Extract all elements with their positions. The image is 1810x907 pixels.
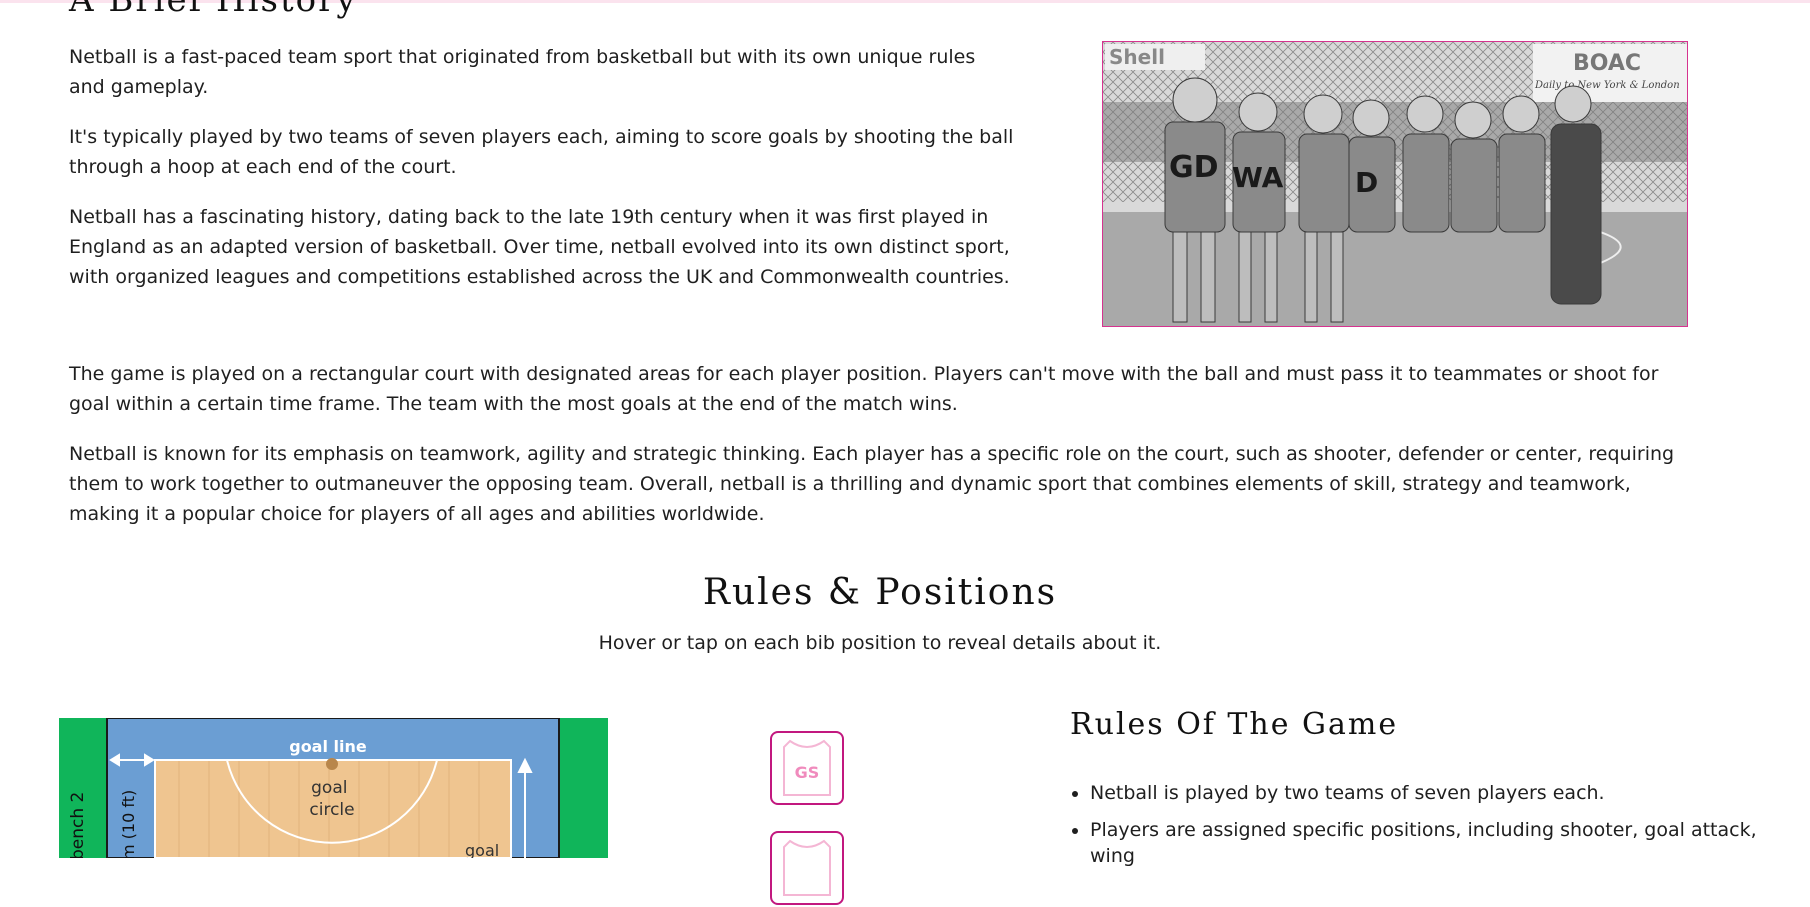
goal-circle-label-line2: circle: [309, 800, 354, 820]
rules-list: Netball is played by two teams of seven …: [1070, 780, 1770, 880]
history-heading: A Brief History: [69, 0, 358, 20]
list-item: Netball is played by two teams of seven …: [1090, 780, 1770, 806]
bib-label-wa: WA: [1232, 161, 1284, 194]
player-figure: [1402, 95, 1450, 233]
bib-label-gd: GD: [1169, 150, 1219, 185]
court-partial-label: goal: [465, 841, 499, 858]
bib-icon: [783, 839, 831, 896]
goal-line-label: goal line: [289, 737, 367, 756]
bib-label: GS: [795, 763, 820, 782]
court-diagram: goal line goal circle goal bench 2 m (10…: [59, 718, 608, 858]
history-paragraph-2: It's typically played by two teams of se…: [69, 126, 1014, 178]
sign-left-text: Shell: [1109, 45, 1165, 69]
sign-right-text: BOAC: [1573, 51, 1641, 76]
historic-team-photo: Shell BOAC Daily to New York & London GD…: [1102, 41, 1688, 327]
rules-heading: Rules & Positions: [702, 572, 1058, 613]
history-paragraph-3: Netball has a fascinating history, datin…: [69, 206, 1010, 288]
goal-circle-label-line1: goal: [311, 778, 347, 798]
bib-icon: GS: [783, 739, 831, 796]
player-figure: [1450, 101, 1498, 233]
list-item: Players are assigned specific positions,…: [1090, 817, 1770, 869]
history-paragraph-5: Netball is known for its emphasis on tea…: [69, 443, 1675, 525]
bench-label: bench 2: [68, 792, 88, 858]
rules-subtitle: Hover or tap on each bib position to rev…: [598, 632, 1162, 654]
bib-button-gs[interactable]: GS: [770, 731, 844, 805]
history-paragraph-4: The game is played on a rectangular cour…: [69, 363, 1659, 415]
player-figure: [1498, 95, 1546, 233]
court-diagram-image: goal line goal circle goal bench 2 m (10…: [59, 718, 608, 858]
sign-right-subtext: Daily to New York & London: [1534, 80, 1680, 91]
bib-button-next[interactable]: [770, 831, 844, 905]
bib-label-d: D: [1355, 166, 1378, 199]
goal-post: [326, 758, 338, 770]
historic-team-photo-image: Shell BOAC Daily to New York & London GD…: [1103, 42, 1687, 326]
history-paragraph-1: Netball is a fast-paced team sport that …: [69, 46, 976, 98]
court-measure-label: m (10 ft): [119, 790, 138, 858]
rules-of-game-heading: Rules Of The Game: [1070, 707, 1399, 742]
